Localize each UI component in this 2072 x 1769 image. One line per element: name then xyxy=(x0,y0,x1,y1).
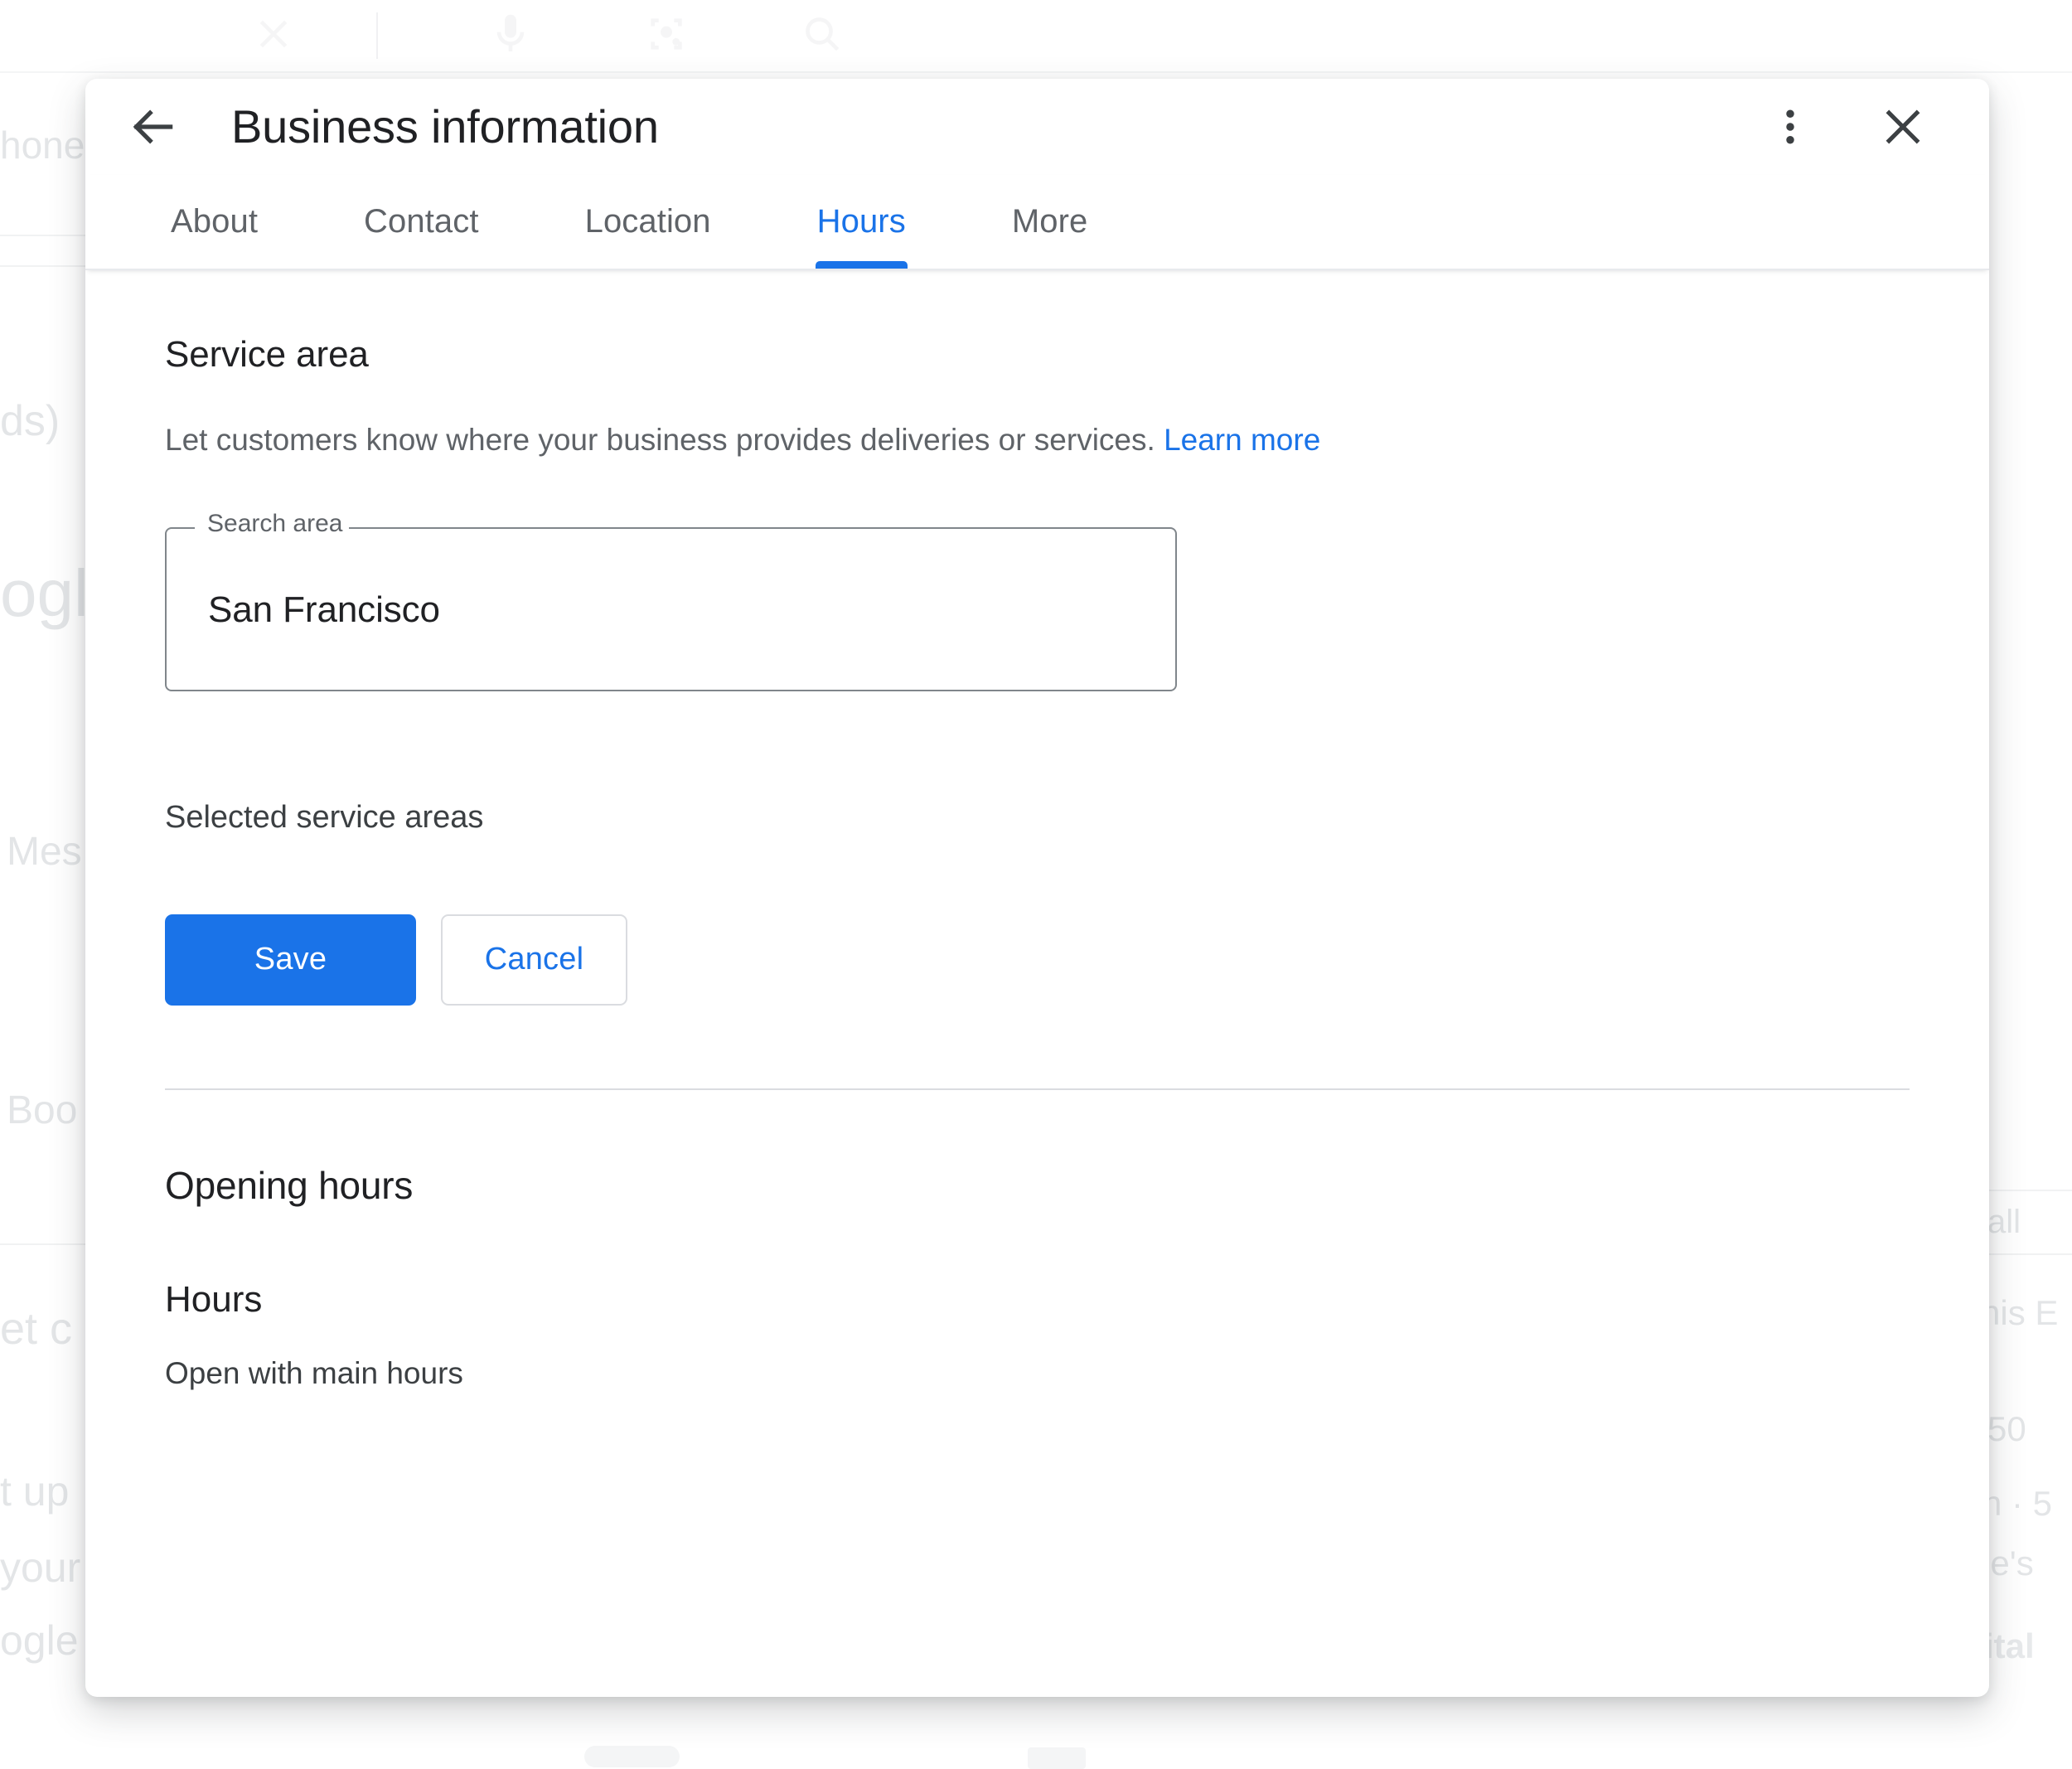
service-area-description-text: Let customers know where your business p… xyxy=(165,423,1155,458)
save-button[interactable]: Save xyxy=(165,914,416,1006)
opening-hours-heading: Opening hours xyxy=(165,1163,414,1207)
background-text-fragment: your xyxy=(0,1544,81,1591)
google-lens-icon xyxy=(643,11,690,61)
tab-location[interactable]: Location xyxy=(585,175,711,269)
background-text-fragment: his E xyxy=(1981,1293,2059,1332)
background-text-fragment: 50 xyxy=(1987,1409,2026,1448)
background-text-fragment: hone xyxy=(0,124,85,167)
search-area-field[interactable]: Search area xyxy=(165,509,1177,692)
back-button[interactable] xyxy=(114,87,193,167)
background-text-fragment: ds) xyxy=(0,397,61,445)
selected-service-areas-label: Selected service areas xyxy=(165,800,484,836)
dialog-content: Service area Let customers know where yo… xyxy=(85,270,1989,1697)
overflow-menu-icon xyxy=(1786,109,1794,144)
close-button[interactable] xyxy=(1863,87,1943,167)
background-text-fragment: Mes xyxy=(7,830,82,874)
search-area-input[interactable] xyxy=(208,569,1152,652)
hours-subheading: Hours xyxy=(165,1278,263,1320)
background-text-fragment: le's xyxy=(1982,1544,2034,1582)
dialog-tabs: About Contact Location Hours More xyxy=(85,175,1989,270)
hours-value: Open with main hours xyxy=(165,1355,463,1390)
more-options-button[interactable] xyxy=(1750,87,1830,167)
search-area-label: Search area xyxy=(201,509,350,540)
cancel-button[interactable]: Cancel xyxy=(441,914,627,1006)
service-area-actions: Save Cancel xyxy=(165,914,1910,1006)
tab-more[interactable]: More xyxy=(1012,175,1088,269)
tab-contact[interactable]: Contact xyxy=(364,175,479,269)
microphone-icon xyxy=(487,11,534,61)
search-icon xyxy=(799,11,845,61)
toolbar-divider xyxy=(376,12,378,59)
background-text-fragment: t up xyxy=(0,1468,70,1515)
dialog-header: Business information xyxy=(85,79,1989,175)
business-information-dialog: Business information About Contact Locat… xyxy=(85,79,1989,1697)
service-area-description: Let customers know where your business p… xyxy=(165,419,1910,461)
back-arrow-icon xyxy=(133,109,173,144)
close-icon xyxy=(250,11,297,61)
tab-about[interactable]: About xyxy=(171,175,258,269)
background-search-bar xyxy=(0,0,2072,73)
background-text-fragment: ogl xyxy=(0,556,89,630)
background-text-fragment: ogle xyxy=(0,1617,79,1664)
background-pill xyxy=(584,1746,680,1767)
tab-hours[interactable]: Hours xyxy=(815,175,908,269)
background-shape xyxy=(1028,1747,1086,1769)
background-text-fragment: Boo xyxy=(7,1088,78,1132)
background-text-fragment: all xyxy=(1987,1204,2021,1240)
dialog-header-actions xyxy=(1750,87,1943,167)
background-text-fragment: et c xyxy=(0,1304,73,1354)
dialog-title: Business information xyxy=(231,100,659,153)
close-icon xyxy=(1886,109,1920,144)
learn-more-link[interactable]: Learn more xyxy=(1164,423,1320,457)
service-area-heading: Service area xyxy=(165,334,369,375)
background-text-fragment: h · 5 xyxy=(1982,1484,2053,1523)
